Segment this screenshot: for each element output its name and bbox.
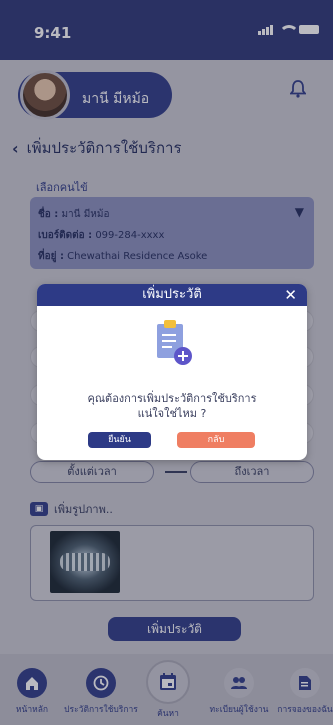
- nav-search-label: ค้นหา: [157, 709, 179, 719]
- confirm-modal: เพิ่มประวัติ ✕ คุณต้องการเพิ่มประวัติการ…: [37, 284, 307, 460]
- calendar-icon: [146, 660, 190, 704]
- users-icon: [224, 668, 254, 698]
- add-photo-label: เพิ่มรูปภาพ..: [54, 503, 113, 516]
- patient-select[interactable]: ชื่อ : มานี มีหม้อ เบอร์ติดต่อ : 099-284…: [30, 197, 314, 269]
- time-to-field[interactable]: ถึงเวลา: [190, 461, 314, 483]
- nav-booking[interactable]: การจองของฉัน: [276, 668, 333, 716]
- status-icons: [258, 24, 319, 35]
- phone-value: 099-284-xxxx: [95, 230, 165, 241]
- wifi-icon: [279, 24, 299, 35]
- nav-search[interactable]: ค้นหา: [145, 660, 191, 720]
- history-icon: [86, 668, 116, 698]
- modal-header: เพิ่มประวัติ ✕: [37, 284, 307, 306]
- nav-history[interactable]: ประวัติการใช้บริการ: [60, 668, 142, 716]
- modal-message-line2: แน่ใจใช่ไหม ?: [137, 407, 207, 420]
- name-label: ชื่อ :: [38, 209, 59, 220]
- nav-register-label: ทะเบียนผู้ใช้งาน: [209, 705, 269, 715]
- status-bar: 9:41: [0, 0, 333, 60]
- profile-name: มานี มีหม้อ: [82, 91, 150, 107]
- page-header: ‹ เพิ่มประวัติการใช้บริการ: [12, 136, 182, 160]
- dental-xray-image[interactable]: [50, 531, 120, 593]
- back-button[interactable]: กลับ: [177, 432, 255, 448]
- page-title: เพิ่มประวัติการใช้บริการ: [26, 139, 182, 157]
- back-chevron-icon[interactable]: ‹: [12, 139, 19, 158]
- document-icon: [290, 668, 320, 698]
- confirm-button[interactable]: ยืนยัน: [88, 432, 151, 448]
- name-value: มานี มีหม้อ: [61, 209, 110, 220]
- submit-history-button[interactable]: เพิ่มประวัติ: [108, 617, 241, 641]
- dropdown-caret-icon: ▼: [294, 205, 304, 219]
- close-icon[interactable]: ✕: [284, 284, 297, 306]
- add-photo-row[interactable]: ▣ เพิ่มรูปภาพ..: [30, 500, 113, 518]
- bell-icon[interactable]: [290, 80, 306, 98]
- nav-history-label: ประวัติการใช้บริการ: [64, 705, 138, 715]
- patient-address-row: ที่อยู่ : Chewathai Residence Asoke: [38, 249, 207, 264]
- modal-title: เพิ่มประวัติ: [142, 287, 202, 302]
- nav-home[interactable]: หน้าหลัก: [10, 668, 54, 716]
- avatar[interactable]: [20, 70, 70, 120]
- camera-icon: ▣: [30, 502, 48, 516]
- battery-icon: [299, 25, 319, 34]
- phone-label: เบอร์ติดต่อ :: [38, 230, 93, 241]
- patient-name-row: ชื่อ : มานี มีหม้อ: [38, 207, 109, 222]
- clipboard-add-icon: [157, 320, 192, 365]
- time-range-dash: [165, 471, 187, 473]
- address-label: ที่อยู่ :: [38, 251, 64, 262]
- home-icon: [17, 668, 47, 698]
- nav-booking-label: การจองของฉัน: [277, 705, 333, 715]
- app-screen: 9:41 มานี มีหม้อ ‹ เพิ่มประวัติการใช้บริ…: [0, 0, 333, 725]
- signal-icon: [258, 24, 273, 35]
- status-time: 9:41: [34, 24, 72, 42]
- patient-phone-row: เบอร์ติดต่อ : 099-284-xxxx: [38, 228, 164, 243]
- address-value: Chewathai Residence Asoke: [67, 251, 208, 262]
- select-patient-label: เลือกคนไข้: [36, 181, 88, 194]
- time-from-field[interactable]: ตั้งแต่เวลา: [30, 461, 154, 483]
- nav-register[interactable]: ทะเบียนผู้ใช้งาน: [198, 668, 280, 716]
- nav-home-label: หน้าหลัก: [15, 705, 49, 715]
